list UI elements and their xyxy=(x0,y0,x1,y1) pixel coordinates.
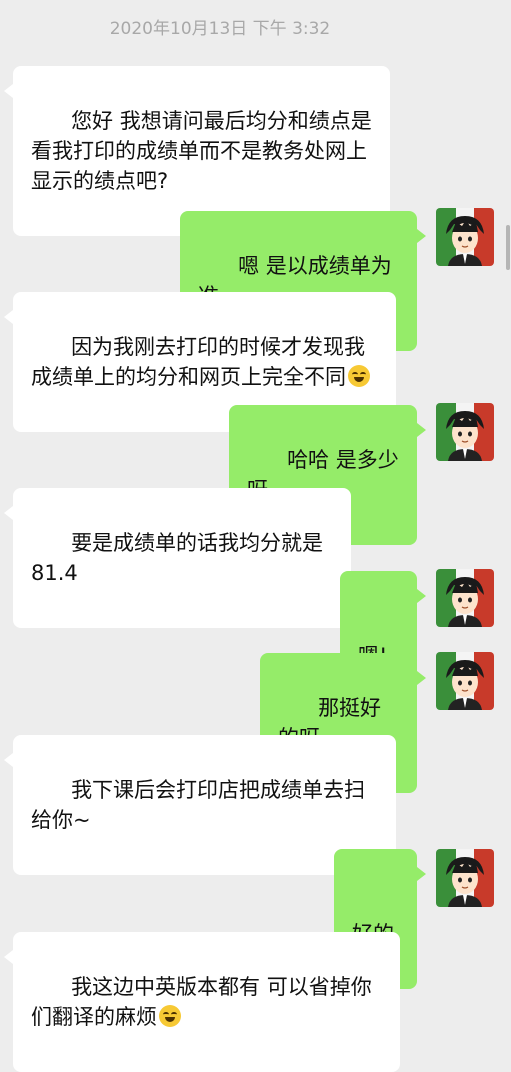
laughing-crying-emoji-icon xyxy=(348,365,370,387)
message-text: 因为我刚去打印的时候才发现我成绩单上的均分和网页上完全不同 xyxy=(31,335,366,389)
message-bubble-incoming[interactable]: 要是成绩单的话我均分就是 81.4 xyxy=(4,488,351,628)
user-avatar-icon[interactable] xyxy=(436,849,494,907)
message-bubble-incoming[interactable]: 我这边中英版本都有 可以省掉你们翻译的麻烦 xyxy=(4,932,400,1072)
message-text: 我下课后会打印店把成绩单去扫给你~ xyxy=(31,778,366,832)
message-text: 您好 我想请问最后均分和绩点是看我打印的成绩单而不是教务处网上显示的绩点吧? xyxy=(31,109,372,193)
message-text: 我这边中英版本都有 可以省掉你们翻译的麻烦 xyxy=(31,975,372,1029)
message-timestamp: 2020年10月13日 下午 3:32 xyxy=(109,19,331,39)
user-avatar-icon[interactable] xyxy=(436,403,494,461)
message-text: 要是成绩单的话我均分就是 81.4 xyxy=(31,531,330,585)
user-avatar-icon[interactable] xyxy=(436,652,494,710)
scrollbar[interactable] xyxy=(506,225,510,270)
user-avatar-icon[interactable] xyxy=(436,569,494,627)
user-avatar-icon[interactable] xyxy=(436,208,494,266)
